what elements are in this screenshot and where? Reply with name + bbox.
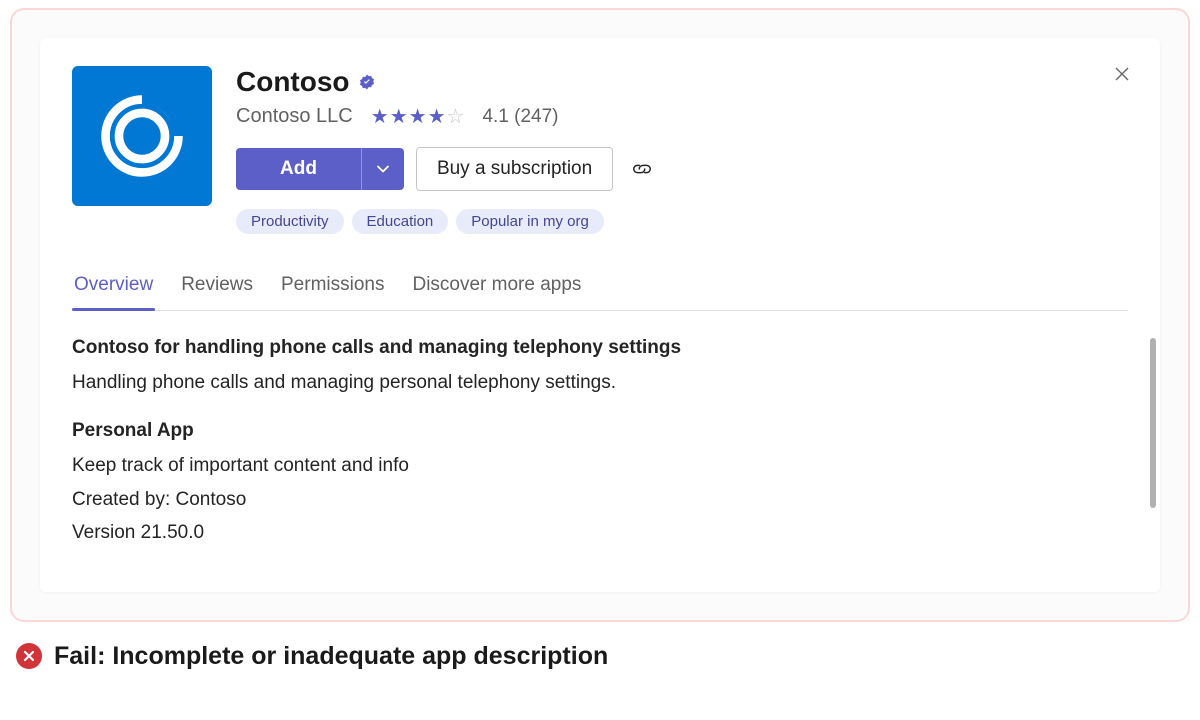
star-icon: ★ [409, 104, 427, 129]
publisher-name: Contoso LLC [236, 105, 353, 128]
star-outline-icon: ☆ [447, 104, 465, 129]
close-icon [1114, 66, 1130, 82]
copy-link-button[interactable] [625, 152, 659, 186]
close-button[interactable] [1108, 60, 1136, 88]
section-line: Keep track of important content and info [72, 451, 1128, 480]
action-row: Add Buy a subscription [236, 147, 1128, 191]
verified-badge-icon [358, 73, 376, 91]
chevron-down-icon [376, 162, 390, 176]
publisher-row: Contoso LLC ★ ★ ★ ★ ☆ 4.1 (247) [236, 104, 1128, 129]
tab-discover[interactable]: Discover more apps [410, 264, 583, 310]
overview-summary: Handling phone calls and managing person… [72, 368, 1128, 397]
tag-education[interactable]: Education [352, 209, 449, 234]
header-main: Contoso Contoso LLC ★ ★ ★ ★ ☆ 4 [236, 66, 1128, 234]
app-title: Contoso [236, 66, 350, 98]
section-title: Personal App [72, 416, 1128, 445]
overview-content: Contoso for handling phone calls and man… [72, 333, 1128, 548]
add-dropdown-button[interactable] [361, 148, 404, 190]
buy-subscription-button[interactable]: Buy a subscription [416, 147, 613, 191]
version: Version 21.50.0 [72, 518, 1128, 547]
dialog-header: Contoso Contoso LLC ★ ★ ★ ★ ☆ 4 [72, 66, 1128, 234]
tag-row: Productivity Education Popular in my org [236, 209, 1128, 234]
scrollbar-thumb[interactable] [1150, 338, 1156, 508]
tab-bar: Overview Reviews Permissions Discover mo… [72, 264, 1128, 311]
tag-productivity[interactable]: Productivity [236, 209, 344, 234]
overview-headline: Contoso for handling phone calls and man… [72, 333, 1128, 362]
spiral-icon [94, 88, 190, 184]
rating-value: 4.1 (247) [482, 106, 558, 128]
tab-permissions[interactable]: Permissions [279, 264, 386, 310]
created-by: Created by: Contoso [72, 485, 1128, 514]
add-split-button: Add [236, 148, 404, 190]
add-button[interactable]: Add [236, 148, 361, 190]
link-icon [631, 158, 653, 180]
annotation-caption: Fail: Incomplete or inadequate app descr… [10, 642, 1190, 671]
app-icon [72, 66, 212, 206]
star-rating: ★ ★ ★ ★ ☆ [371, 104, 465, 129]
annotated-frame: Contoso Contoso LLC ★ ★ ★ ★ ☆ 4 [10, 8, 1190, 622]
app-details-dialog: Contoso Contoso LLC ★ ★ ★ ★ ☆ 4 [40, 38, 1160, 592]
star-icon: ★ [428, 104, 446, 129]
tab-reviews[interactable]: Reviews [179, 264, 255, 310]
star-icon: ★ [371, 104, 389, 129]
tag-popular[interactable]: Popular in my org [456, 209, 604, 234]
title-row: Contoso [236, 66, 1128, 98]
tab-overview[interactable]: Overview [72, 264, 155, 310]
star-icon: ★ [390, 104, 408, 129]
caption-text: Fail: Incomplete or inadequate app descr… [54, 642, 608, 671]
fail-icon [16, 643, 42, 669]
